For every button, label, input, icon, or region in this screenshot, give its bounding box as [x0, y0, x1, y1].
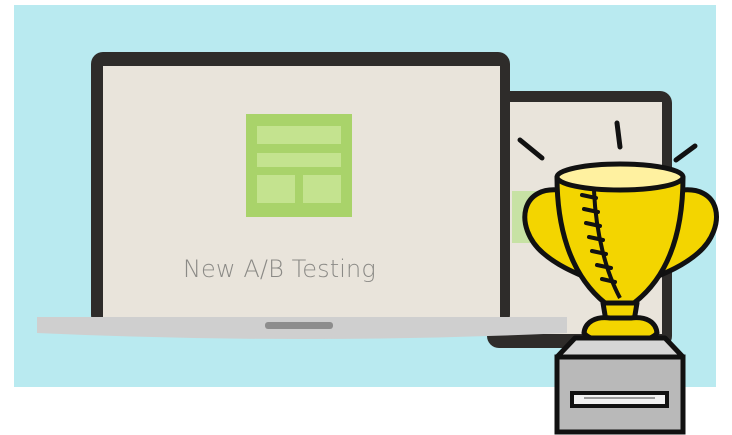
pedestal-top: [554, 335, 686, 360]
page-template-icon: [246, 114, 352, 217]
promo-illustration: New A/B Testing: [0, 0, 732, 435]
illustration-canvas: [0, 0, 732, 435]
trophy-shine-center: [614, 120, 623, 150]
trophy-rim: [554, 161, 686, 193]
template-banner-block: [257, 153, 341, 167]
template-header-block: [257, 126, 341, 144]
pedestal-plaque: [570, 391, 669, 408]
template-left-column: [257, 175, 295, 203]
laptop-hinge-notch: [265, 322, 333, 329]
screen-caption: New A/B Testing: [183, 255, 376, 283]
template-right-column: [303, 175, 341, 203]
